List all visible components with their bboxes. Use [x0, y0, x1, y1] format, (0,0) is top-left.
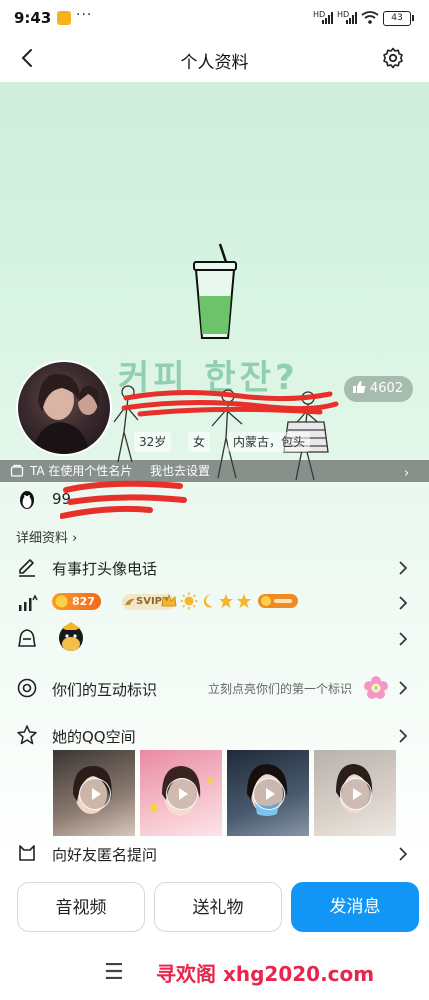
- send-gift-button[interactable]: 送礼物: [154, 882, 282, 932]
- app-header: 个人资料: [0, 36, 429, 82]
- coffee-cup-illustration: [193, 243, 237, 339]
- interaction-hint: 立刻点亮你们的第一个标识: [208, 682, 353, 696]
- chevron-right-icon[interactable]: [396, 632, 410, 646]
- interaction-mark-icon: [17, 678, 37, 698]
- qzone-star-icon: [17, 725, 37, 745]
- pet-icon: [18, 629, 36, 647]
- detail-info-label: 详细资料: [16, 531, 69, 546]
- qzone-video-thumbnail[interactable]: [227, 750, 309, 836]
- watermark-text: 寻欢阁 xhg2020.com: [156, 962, 375, 986]
- qzone-row-label[interactable]: 她的QQ空间: [52, 726, 136, 747]
- detail-info-link[interactable]: 详细资料 ›: [16, 527, 77, 546]
- play-icon: [253, 778, 285, 810]
- svip-wing-icon: [125, 598, 135, 605]
- signal-icon-2: [346, 12, 357, 24]
- sun-icon: [180, 592, 198, 610]
- play-icon: [340, 778, 372, 810]
- flower-mark-icon: [364, 676, 388, 699]
- chevron-right-icon[interactable]: [396, 681, 410, 695]
- gold-coin-icon: [54, 594, 69, 609]
- moon-icon: [203, 594, 213, 608]
- chevron-right-icon[interactable]: [396, 561, 410, 575]
- play-icon: [166, 778, 198, 810]
- qzone-video-thumbnail[interactable]: [314, 750, 396, 836]
- crown-icon: [161, 593, 177, 607]
- status-bar: 9:43 ··· HD HD 43: [0, 0, 429, 36]
- profile-tag-gender: 女: [188, 432, 211, 452]
- more-notifications-icon: ···: [76, 7, 93, 23]
- video-call-row-label[interactable]: 有事打头像电话: [52, 558, 157, 579]
- audio-video-button[interactable]: 音视频: [17, 882, 145, 932]
- penguin-qq-icon: [20, 491, 34, 509]
- qzone-video-thumbnail[interactable]: [140, 750, 222, 836]
- signal-icon-1: [322, 12, 333, 24]
- thumbs-up-icon: [353, 381, 366, 393]
- qq-redaction-scribble: [60, 480, 187, 519]
- pencil-icon: [19, 559, 35, 577]
- likes-counter[interactable]: 4602: [344, 376, 414, 402]
- profile-tag-location: 内蒙古，包头: [228, 432, 311, 452]
- avatar-photo: [32, 373, 99, 454]
- wifi-icon: [361, 11, 379, 24]
- redaction-scribble: [121, 389, 339, 417]
- notes-app-icon: [57, 11, 71, 25]
- profile-avatar[interactable]: [16, 360, 112, 456]
- settings-gear-icon[interactable]: [381, 46, 405, 70]
- battery-nub: [412, 15, 414, 21]
- profile-cover: 커피 한잔? 4602 32岁 女 内蒙古，包头: [0, 82, 429, 482]
- chevron-right-icon[interactable]: [396, 847, 410, 861]
- chevron-right-icon[interactable]: [396, 729, 410, 743]
- level-stats-icon: [19, 594, 38, 611]
- likes-count: 4602: [370, 381, 404, 396]
- action-bar: 音视频 送礼物 发消息: [0, 868, 429, 952]
- send-message-button[interactable]: 发消息: [291, 882, 419, 932]
- interaction-row-label[interactable]: 你们的互动标识: [52, 679, 157, 700]
- system-nav-bar: ☰ 寻欢阁 xhg2020.com: [0, 952, 429, 1000]
- play-icon: [79, 778, 111, 810]
- star-icon-2: [237, 594, 251, 608]
- vip-medal-badge[interactable]: [258, 593, 298, 609]
- anon-question-row-label[interactable]: 向好友匿名提问: [52, 844, 157, 865]
- page-title: 个人资料: [180, 53, 249, 73]
- battery-indicator: 43: [383, 11, 411, 26]
- qzone-video-thumbnail[interactable]: [53, 750, 135, 836]
- profile-tag-age: 32岁: [134, 432, 172, 452]
- card-icon: [10, 464, 24, 477]
- anonymous-cat-icon: [19, 845, 35, 861]
- status-time: 9:43: [14, 9, 52, 27]
- menu-icon[interactable]: ☰: [104, 960, 124, 985]
- star-icon: [219, 594, 233, 608]
- qq-pet-avatar[interactable]: [56, 622, 86, 654]
- chevron-right-icon[interactable]: [396, 596, 410, 610]
